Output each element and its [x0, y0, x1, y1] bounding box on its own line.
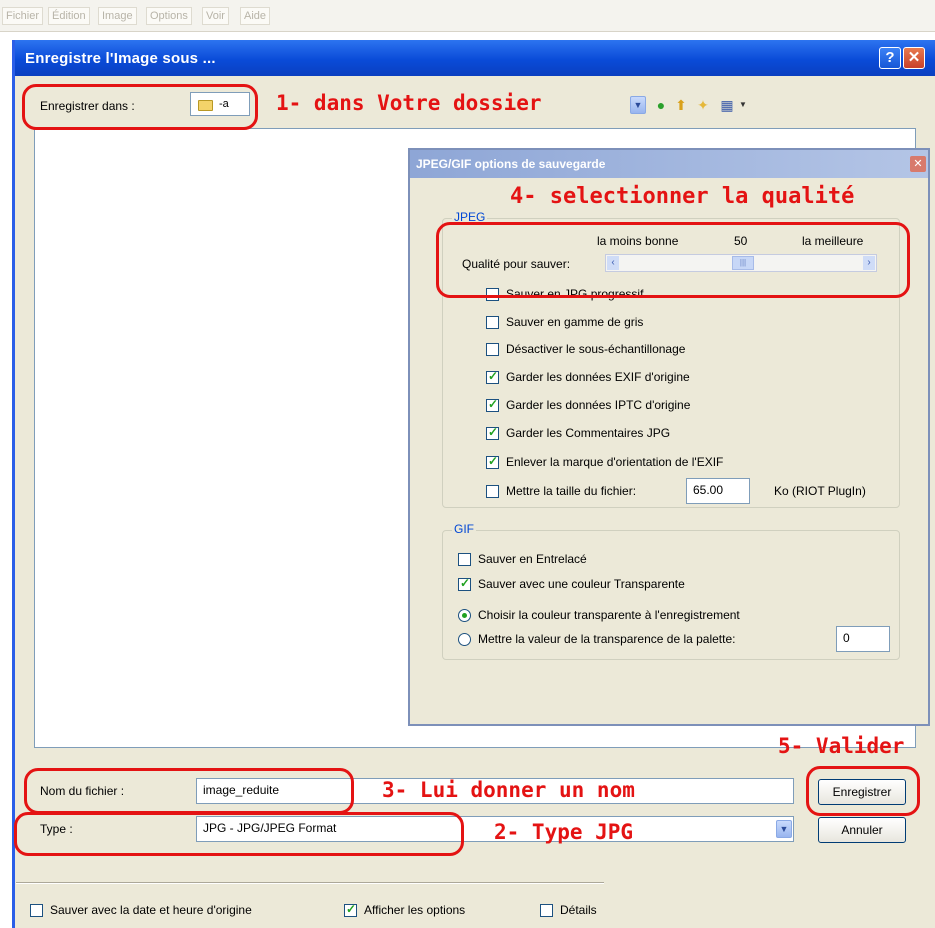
keep-exif-label: Garder les données EXIF d'origine — [506, 370, 690, 384]
grayscale-checkbox[interactable] — [486, 316, 499, 329]
menu-edition[interactable]: Édition — [48, 7, 90, 25]
menu-options[interactable]: Options — [146, 7, 192, 25]
remove-orientation-label: Enlever la marque d'orientation de l'EXI… — [506, 455, 724, 469]
palette-value-label: Mettre la valeur de la transparence de l… — [478, 632, 736, 646]
details-checkbox[interactable] — [540, 904, 553, 917]
options-close-icon[interactable]: ✕ — [910, 156, 926, 172]
keep-date-label: Sauver avec la date et heure d'origine — [50, 903, 252, 917]
close-button[interactable]: ✕ — [903, 47, 925, 69]
annotation-ring-quality — [436, 222, 910, 298]
menu-aide[interactable]: Aide — [240, 7, 271, 25]
options-title-bar[interactable]: JPEG/GIF options de sauvegarde ✕ — [410, 150, 928, 178]
transparent-label: Sauver avec une couleur Transparente — [478, 577, 685, 591]
app-menu-bar: Fichier Édition Image Options Voir Aide — [0, 0, 935, 32]
new-folder-icon[interactable]: ✦ — [694, 96, 712, 114]
options-title: JPEG/GIF options de sauvegarde — [416, 157, 606, 171]
back-icon[interactable]: ● — [652, 96, 670, 114]
subsampling-checkbox[interactable] — [486, 343, 499, 356]
show-options-checkbox[interactable] — [344, 902, 357, 917]
annotation-ring-save-button — [806, 766, 920, 816]
keep-comments-checkbox[interactable] — [486, 425, 499, 440]
choose-on-save-radio[interactable] — [458, 609, 471, 622]
file-size-label: Mettre la taille du fichier: — [506, 484, 637, 498]
annotation-step3: 3- Lui donner un nom — [382, 778, 635, 802]
palette-value-input[interactable]: 0 — [836, 626, 890, 652]
up-folder-icon[interactable]: ⬆ — [672, 96, 690, 114]
gif-group-label: GIF — [452, 522, 476, 536]
dialog-title: Enregistre l'Image sous ... — [25, 50, 216, 67]
interlaced-checkbox[interactable] — [458, 553, 471, 566]
palette-value-radio[interactable] — [458, 633, 471, 646]
annotation-ring-filename — [24, 768, 354, 814]
annotation-step5: 5- Valider — [778, 734, 905, 758]
grayscale-label: Sauver en gamme de gris — [506, 315, 644, 329]
details-label: Détails — [560, 903, 597, 917]
annotation-step1: 1- dans Votre dossier — [276, 91, 542, 115]
type-dropdown-arrow-icon[interactable]: ▼ — [776, 820, 792, 838]
annotation-step2: 2- Type JPG — [494, 820, 634, 844]
help-button[interactable]: ? — [879, 47, 901, 69]
annotation-ring-type — [14, 812, 464, 856]
keep-comments-label: Garder les Commentaires JPG — [506, 426, 671, 440]
file-size-input[interactable]: 65.00 — [686, 478, 750, 504]
menu-image[interactable]: Image — [98, 7, 137, 25]
view-menu-chevron-icon[interactable]: ▼ — [734, 96, 752, 114]
keep-iptc-label: Garder les données IPTC d'origine — [506, 398, 691, 412]
annotation-step4: 4- selectionner la qualité — [510, 184, 855, 209]
interlaced-label: Sauver en Entrelacé — [478, 552, 587, 566]
remove-orientation-checkbox[interactable] — [486, 454, 499, 469]
file-size-checkbox[interactable] — [486, 485, 499, 498]
choose-on-save-label: Choisir la couleur transparente à l'enre… — [478, 608, 740, 622]
menu-fichier[interactable]: Fichier — [2, 7, 44, 25]
save-in-dropdown-arrow[interactable]: ▼ — [630, 96, 646, 114]
cancel-button[interactable]: Annuler — [818, 817, 906, 843]
subsampling-label: Désactiver le sous-échantillonage — [506, 342, 686, 356]
show-options-label: Afficher les options — [364, 903, 466, 917]
keep-iptc-checkbox[interactable] — [486, 397, 499, 412]
annotation-ring-save-in — [22, 84, 258, 130]
keep-exif-checkbox[interactable] — [486, 369, 499, 384]
footer-separator — [16, 882, 604, 884]
dialog-title-bar[interactable]: Enregistre l'Image sous ... ? ✕ — [15, 40, 935, 76]
file-size-unit: Ko (RIOT PlugIn) — [774, 484, 866, 498]
menu-voir[interactable]: Voir — [202, 7, 229, 25]
transparent-checkbox[interactable] — [458, 576, 471, 591]
keep-date-checkbox[interactable] — [30, 904, 43, 917]
